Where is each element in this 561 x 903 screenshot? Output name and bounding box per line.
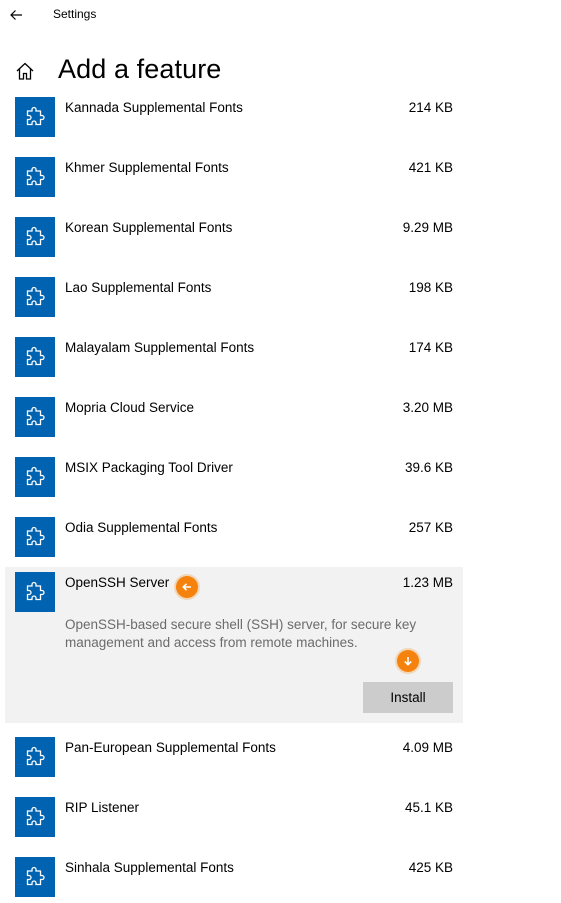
feature-item[interactable]: Sinhala Supplemental Fonts 425 KB [5, 852, 463, 903]
feature-item[interactable]: Odia Supplemental Fonts 257 KB [5, 512, 463, 572]
feature-description: OpenSSH-based secure shell (SSH) server,… [65, 617, 417, 650]
puzzle-icon [26, 526, 45, 546]
feature-item[interactable]: Pan-European Supplemental Fonts 4.09 MB [5, 732, 463, 792]
feature-item[interactable]: Lao Supplemental Fonts 198 KB [5, 272, 463, 332]
feature-tile [15, 97, 55, 137]
feature-name: Malayalam Supplemental Fonts [65, 340, 255, 355]
feature-item[interactable]: RIP Listener 45.1 KB [5, 792, 463, 852]
back-arrow-icon [10, 10, 22, 20]
app-title: Settings [53, 7, 97, 21]
feature-name: Pan-European Supplemental Fonts [65, 740, 276, 755]
feature-tile [15, 517, 55, 557]
feature-tile [15, 217, 55, 257]
feature-size: 425 KB [408, 860, 453, 875]
left-arrow-icon [182, 583, 191, 591]
puzzle-icon [26, 866, 45, 886]
feature-item-openssh-server[interactable]: OpenSSH Server 1.23 MB OpenSSH-based sec… [5, 567, 463, 723]
feature-item[interactable]: MSIX Packaging Tool Driver 39.6 KB [5, 452, 463, 512]
feature-size: 3.20 MB [402, 400, 453, 415]
puzzle-icon [26, 406, 45, 426]
feature-list: Kannada Supplemental Fonts 214 KB Khmer … [0, 92, 561, 903]
feature-name: Korean Supplemental Fonts [65, 220, 233, 235]
feature-size: 39.6 KB [404, 460, 453, 475]
home-icon[interactable] [14, 60, 36, 82]
feature-name: Kannada Supplemental Fonts [65, 100, 243, 115]
feature-tile [15, 337, 55, 377]
feature-name: OpenSSH Server [65, 575, 170, 590]
feature-size: 421 KB [408, 160, 453, 175]
puzzle-icon [26, 746, 45, 766]
feature-tile [15, 737, 55, 777]
feature-size: 1.23 MB [402, 575, 453, 590]
feature-tile [15, 857, 55, 897]
feature-size: 9.29 MB [402, 220, 453, 235]
feature-name: Khmer Supplemental Fonts [65, 160, 229, 175]
feature-item[interactable]: Kannada Supplemental Fonts 214 KB [5, 92, 463, 152]
feature-name: Lao Supplemental Fonts [65, 280, 212, 295]
feature-size: 198 KB [408, 280, 453, 295]
annotation-marker-left-arrow [176, 576, 198, 598]
feature-item[interactable]: Malayalam Supplemental Fonts 174 KB [5, 332, 463, 392]
feature-tile [15, 277, 55, 317]
title-bar: Settings [0, 0, 561, 30]
feature-item[interactable]: Korean Supplemental Fonts 9.29 MB [5, 212, 463, 272]
puzzle-icon [26, 166, 45, 186]
feature-tile [15, 157, 55, 197]
feature-name: Odia Supplemental Fonts [65, 520, 218, 535]
feature-name: Sinhala Supplemental Fonts [65, 860, 234, 875]
feature-name: Mopria Cloud Service [65, 400, 195, 415]
feature-name: MSIX Packaging Tool Driver [65, 460, 233, 475]
feature-tile [15, 457, 55, 497]
install-button[interactable]: Install [363, 682, 453, 713]
puzzle-icon [26, 806, 45, 826]
page-title: Add a feature [58, 54, 222, 84]
feature-tile [15, 572, 55, 612]
feature-item[interactable]: Mopria Cloud Service 3.20 MB [5, 392, 463, 452]
feature-tile [15, 797, 55, 837]
down-arrow-icon [404, 657, 412, 666]
page-header: Add a feature [0, 52, 561, 92]
puzzle-icon [26, 286, 45, 306]
feature-name: RIP Listener [65, 800, 140, 815]
puzzle-icon [26, 581, 45, 601]
annotation-marker-down-arrow [397, 650, 419, 672]
feature-size: 257 KB [408, 520, 453, 535]
feature-tile [15, 397, 55, 437]
feature-size: 174 KB [408, 340, 453, 355]
puzzle-icon [26, 466, 45, 486]
feature-size: 214 KB [408, 100, 453, 115]
feature-size: 4.09 MB [402, 740, 453, 755]
puzzle-icon [26, 226, 45, 246]
puzzle-icon [26, 346, 45, 366]
back-button[interactable] [4, 3, 28, 27]
puzzle-icon [26, 106, 45, 126]
feature-item[interactable]: Khmer Supplemental Fonts 421 KB [5, 152, 463, 212]
feature-size: 45.1 KB [404, 800, 453, 815]
